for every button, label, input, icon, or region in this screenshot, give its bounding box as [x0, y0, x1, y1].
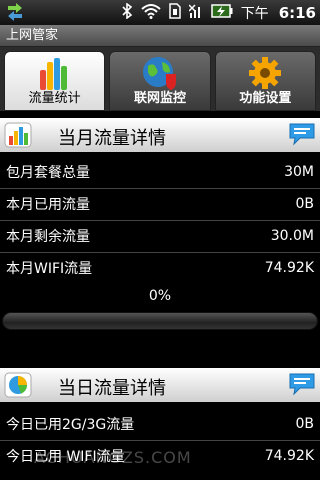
usage-progress-bar [2, 312, 318, 330]
battery-charging-icon [210, 3, 233, 22]
tab-bar: 流量统计 联网监控 功能设置 [0, 47, 320, 111]
message-icon[interactable] [288, 372, 316, 396]
tab-traffic-stats[interactable]: 流量统计 [4, 51, 106, 111]
tab-label: 流量统计 [28, 91, 81, 106]
list-item: 本月WIFI流量 74.92K [0, 252, 320, 284]
usage-percent: 0% [148, 288, 172, 304]
status-time: 6:16 [278, 3, 316, 22]
row-label: 今日已用2G/3G流量 [6, 417, 135, 433]
row-value: 74.92K [264, 260, 314, 276]
row-label: 本月已用流量 [6, 197, 90, 213]
row-value: 30.0M [270, 228, 314, 244]
monthly-section-header: 当月流量详情 [0, 118, 320, 152]
sim-card-icon [168, 2, 181, 23]
bar-chart-icon [4, 122, 32, 148]
status-bar: 下午 6:16 [0, 0, 320, 25]
status-ampm: 下午 [240, 5, 269, 22]
no-signal-icon [188, 3, 203, 23]
app-title: 上网管家 [0, 25, 320, 47]
row-label: 本月WIFI流量 [6, 261, 93, 277]
daily-section-header: 当日流量详情 [0, 368, 320, 402]
watermark: ACHUANGZS.COM [34, 448, 192, 467]
row-value: 0B [295, 196, 314, 212]
row-value: 0B [295, 416, 314, 432]
usb-sync-icon [0, 0, 30, 25]
wifi-icon [141, 3, 161, 23]
tab-settings[interactable]: 功能设置 [214, 51, 316, 111]
daily-section-title: 当日流量详情 [58, 378, 166, 399]
pie-chart-icon [4, 372, 32, 398]
list-item: 今日已用2G/3G流量 0B [0, 408, 320, 440]
bluetooth-icon [121, 1, 133, 23]
list-item: 本月已用流量 0B [0, 188, 320, 220]
row-label: 本月剩余流量 [6, 229, 90, 245]
row-label: 包月套餐总量 [6, 165, 90, 181]
tab-label: 功能设置 [239, 91, 292, 106]
row-value: 74.92K [264, 448, 314, 464]
row-value: 30M [284, 164, 314, 180]
message-icon[interactable] [288, 122, 316, 146]
monthly-section-title: 当月流量详情 [58, 128, 166, 149]
list-item: 包月套餐总量 30M [0, 156, 320, 188]
list-item: 本月剩余流量 30.0M [0, 220, 320, 252]
tab-network-monitor[interactable]: 联网监控 [109, 51, 211, 111]
tab-label: 联网监控 [133, 91, 186, 106]
